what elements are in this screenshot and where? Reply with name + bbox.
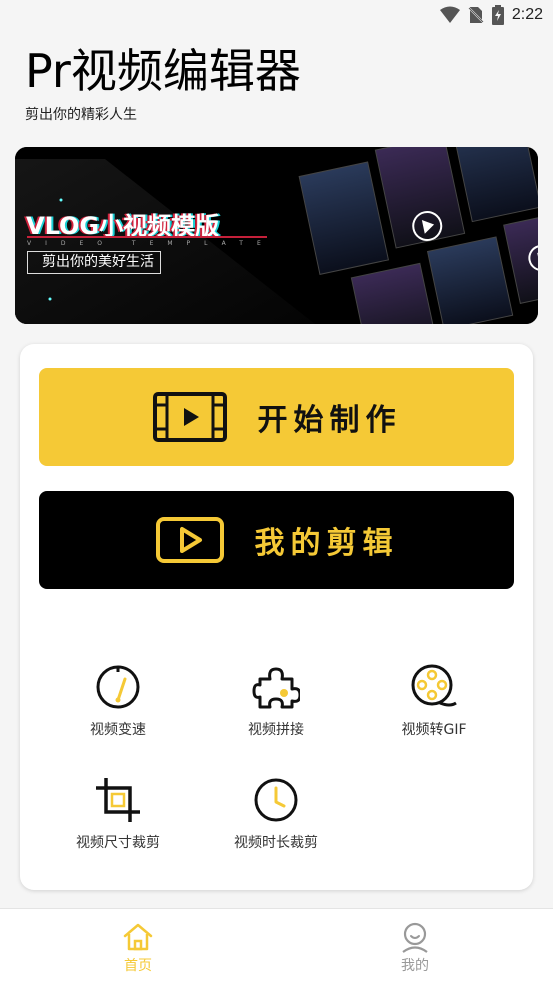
- tool-label: 视频时长裁剪: [234, 835, 318, 851]
- start-editing-button[interactable]: 开始制作: [39, 368, 514, 466]
- app-subtitle: 剪出你的精彩人生: [25, 107, 137, 123]
- clock-icon: [254, 778, 298, 822]
- tab-profile-label: 我的: [401, 958, 429, 974]
- tool-label: 视频尺寸裁剪: [76, 835, 160, 851]
- banner[interactable]: VLOG小视频模版 VIDEO TEMPLATE 剪出你的美好生活: [15, 147, 538, 324]
- status-icons: 2:22: [439, 4, 543, 26]
- tool-label: 视频转GIF: [401, 722, 467, 738]
- home-icon: [123, 923, 153, 951]
- tab-home[interactable]: 首页: [98, 921, 178, 975]
- user-icon: [402, 922, 428, 953]
- speedometer-icon: [96, 665, 140, 709]
- wifi-icon: [439, 6, 460, 23]
- banner-divider: [27, 236, 267, 238]
- tool-label: 视频变速: [90, 722, 146, 738]
- my-edits-label: 我的剪辑: [254, 526, 399, 561]
- banner-tagline: 剪出你的美好生活: [27, 251, 161, 274]
- tool-gif[interactable]: 视频转GIF: [374, 663, 494, 753]
- play-box-icon: [155, 517, 224, 563]
- film-play-icon: [152, 392, 227, 442]
- film-reel-icon: [411, 664, 457, 707]
- banner-subtitle-en: VIDEO TEMPLATE: [27, 240, 275, 247]
- start-editing-label: 开始制作: [257, 403, 402, 438]
- my-edits-button[interactable]: 我的剪辑: [39, 491, 514, 589]
- puzzle-icon: [252, 667, 300, 709]
- app-title: Pr视频编辑器: [25, 44, 301, 98]
- tab-home-label: 首页: [124, 958, 152, 974]
- no-sim-icon: [467, 6, 484, 24]
- status-time: 2:22: [511, 6, 543, 23]
- tool-trim-duration[interactable]: 视频时长裁剪: [216, 776, 336, 866]
- tool-label: 视频拼接: [248, 722, 304, 738]
- tool-crop-size[interactable]: 视频尺寸裁剪: [58, 776, 178, 866]
- tool-merge[interactable]: 视频拼接: [216, 663, 336, 753]
- crop-icon: [96, 778, 140, 822]
- battery-charging-icon: [491, 5, 504, 25]
- tool-speed[interactable]: 视频变速: [58, 663, 178, 753]
- tab-profile[interactable]: 我的: [375, 921, 455, 975]
- main-card: 开始制作 我的剪辑 视频变速 视频拼接 视频转GIF 视频尺寸裁剪 视频时长裁剪: [20, 344, 533, 890]
- bottom-tab-bar: 首页 我的: [0, 908, 553, 984]
- status-bar: 2:22: [0, 0, 553, 32]
